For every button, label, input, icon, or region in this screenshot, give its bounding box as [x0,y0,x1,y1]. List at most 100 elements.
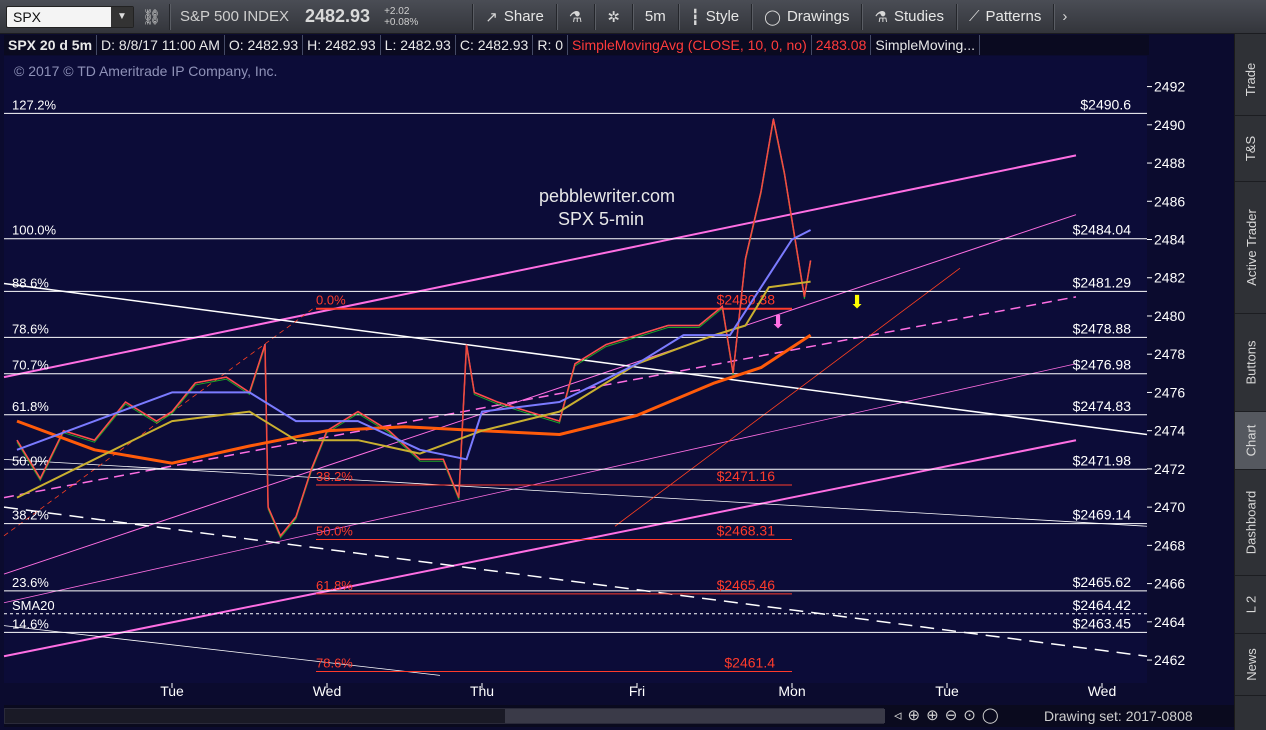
fib-level-price: $2464.42 [1073,597,1132,613]
style-button[interactable]: ┇ Style [679,0,751,34]
fib-level-label: 23.6% [12,575,49,590]
red-fib-label: 0.0% [316,293,346,308]
change-percent: +0.08% [384,16,419,28]
patterns-button[interactable]: ⟋ Patterns [957,0,1053,34]
side-tab-label: Active Trader [1243,209,1259,286]
red-fib-price: $2480.38 [717,292,776,308]
studies-button[interactable]: ⚗ Studies [862,0,956,34]
fib-level-price: $2463.45 [1073,615,1132,631]
red-fib-label: 50.0% [316,523,353,538]
symbol-text: SPX [13,8,42,25]
bar-low: L: 2482.93 [381,35,456,55]
y-tick-label: 2472 [1154,461,1185,477]
horizontal-scrollbar[interactable] [4,708,885,724]
study-sma10[interactable]: SimpleMovingAvg (CLOSE, 10, 0, no) [568,35,812,55]
zoom-in-icon[interactable]: ⊕ [926,706,939,724]
gear-icon: ✲ [607,8,620,26]
y-tick-label: 2462 [1154,652,1185,668]
y-tick-label: 2486 [1154,193,1185,209]
y-tick-label: 2480 [1154,308,1185,324]
side-tab-t-s[interactable]: T&S [1235,116,1266,182]
y-tick-label: 2466 [1154,576,1185,592]
side-tab-news[interactable]: News [1235,634,1266,696]
side-tab-label: T&S [1243,135,1259,162]
price-axis[interactable] [1148,56,1234,705]
fib-level-label: 61.8% [12,399,49,414]
toolbar-more-button[interactable]: › [1054,0,1075,34]
timeframe-button[interactable]: 5m [633,0,678,34]
share-button[interactable]: ↗ Share [473,0,556,34]
fib-level-price: $2481.29 [1073,274,1132,290]
bar-range: R: 0 [533,35,569,55]
side-tab-trade[interactable]: Trade [1235,44,1266,116]
y-tick-label: 2476 [1154,384,1185,400]
y-tick-label: 2492 [1154,79,1185,95]
zoom-tools: ◃ ⊕ ⊕ ⊖ ⊙ ◯ [894,706,999,724]
drawing-set-label[interactable]: Drawing set: 2017-0808 [1044,708,1193,724]
fib-level-label: 50.0% [12,453,49,468]
price-chart[interactable]: 127.2% $2490.6 100.0% $2484.04 88.6% $2481.29… [0,56,1234,705]
y-tick-label: 2468 [1154,537,1185,553]
x-tick-label: Thu [470,683,494,699]
fib-level-price: $2474.83 [1073,398,1132,414]
red-fib-price: $2465.46 [717,577,776,593]
side-tab-l-2[interactable]: L 2 [1235,576,1266,634]
side-tab-chart[interactable]: Chart [1235,412,1266,470]
red-fib-price: $2468.31 [717,522,776,538]
copyright-text: © 2017 © TD Ameritrade IP Company, Inc. [14,63,277,79]
patterns-icon: ⟋ [968,8,980,25]
zoom-reset-icon[interactable]: ⊙ [963,706,976,724]
side-tab-bar: Trade T&S Active Trader Buttons Chart Dashboa… [1234,34,1266,730]
red-fib-label: 38.2% [316,469,353,484]
y-tick-label: 2488 [1154,155,1185,171]
yellow-arrow-marker: ⬇ [849,292,864,312]
y-tick-label: 2474 [1154,423,1185,439]
fib-level-price: $2465.62 [1073,574,1132,590]
zoom-out-icon[interactable]: ⊖ [945,706,958,724]
symbol-period: SPX 20 d 5m [4,35,98,55]
thinkorswim-chart-window: SPX ▼ ⛓ S&P 500 INDEX 2482.93 +2.02 +0.0… [0,0,1266,730]
x-tick-label: Tue [935,683,959,699]
drawings-button[interactable]: ◯ Drawings [752,0,861,34]
symbol-dropdown-icon[interactable]: ▼ [111,6,133,27]
study-sma-more[interactable]: SimpleMoving... [871,35,980,55]
side-tab-buttons[interactable]: Buttons [1235,314,1266,412]
chart-title: pebblewriter.com [539,186,675,206]
drawing-set-icon[interactable]: ◯ [982,706,999,724]
y-tick-label: 2490 [1154,117,1185,133]
flask-button[interactable]: ⚗ [557,0,594,34]
side-tab-label: L 2 [1243,595,1259,614]
link-icon[interactable]: ⛓ [134,0,169,34]
fib-level-price: $2469.14 [1073,507,1132,523]
settings-button[interactable]: ✲ [595,0,632,34]
x-tick-label: Mon [778,683,805,699]
candlestick-icon: ┇ [690,8,700,26]
change-absolute: +2.02 [384,5,410,17]
side-tab-label: Dashboard [1243,490,1259,555]
fib-level-label: 100.0% [12,223,57,238]
symbol-input[interactable]: SPX ▼ [6,5,134,28]
fib-level-label: 38.2% [12,508,49,523]
bar-high: H: 2482.93 [303,35,381,55]
y-tick-label: 2484 [1154,232,1185,248]
x-tick-label: Fri [629,683,645,699]
y-tick-label: 2470 [1154,499,1185,515]
fib-level-price: $2471.98 [1073,452,1132,468]
bar-close: C: 2482.93 [456,35,534,55]
y-tick-label: 2464 [1154,614,1185,630]
share-icon: ↗ [485,8,498,26]
x-tick-label: Wed [1088,683,1117,699]
fib-level-label: 14.6% [12,616,49,631]
y-tick-label: 2482 [1154,270,1185,286]
side-tab-label: Trade [1243,62,1259,97]
pan-left-icon[interactable]: ◃ [894,706,902,724]
bar-open: O: 2482.93 [225,35,304,55]
study-sma10-value: 2483.08 [812,35,872,55]
crosshair-icon[interactable]: ⊕ [908,706,921,724]
fib-level-label: 127.2% [12,97,57,112]
scrollbar-thumb[interactable] [505,709,885,723]
side-tab-dashboard[interactable]: Dashboard [1235,470,1266,576]
price-change: +2.02 +0.08% [376,6,426,28]
side-tab-active-trader[interactable]: Active Trader [1235,182,1266,314]
fib-level-price: $2476.98 [1073,357,1132,373]
